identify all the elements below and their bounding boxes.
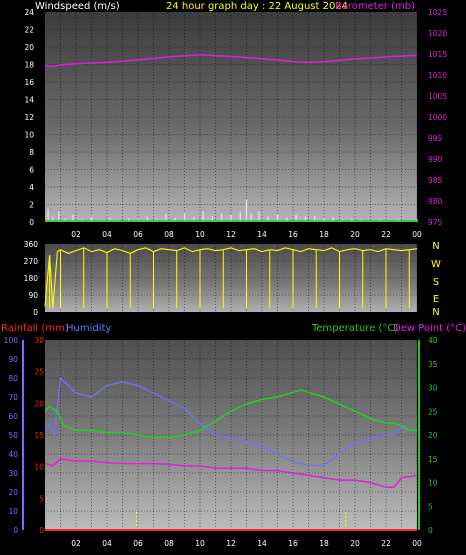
x-tick-label: 06 xyxy=(133,539,143,548)
temperature-tick-label: 40 xyxy=(428,336,438,345)
windspeed-tick-label: 6 xyxy=(29,166,34,175)
direction-tick-label: 180 xyxy=(24,274,39,283)
windspeed-axis-title: Windspeed (m/s) xyxy=(35,1,120,12)
x-tick-label: 16 xyxy=(288,230,298,239)
windspeed-tick-label: 20 xyxy=(24,43,34,52)
temperature-tick-label: 30 xyxy=(428,384,438,393)
humidity-tick-label: 60 xyxy=(8,412,18,421)
rain-tick-label: 5 xyxy=(39,494,44,503)
barometer-tick-label: 1000 xyxy=(428,113,447,122)
windspeed-tick-label: 24 xyxy=(24,8,34,17)
rain-tick-label: 20 xyxy=(34,399,44,408)
humidity-tick-label: 0 xyxy=(13,526,18,535)
barometer-tick-label: 1005 xyxy=(428,92,447,101)
compass-w: W xyxy=(431,259,441,270)
barometer-tick-label: 1025 xyxy=(428,8,447,17)
x-tick-label: 18 xyxy=(319,539,329,548)
x-tick-label: 22 xyxy=(381,230,391,239)
x-tick-label: 20 xyxy=(350,230,360,239)
x-tick-label: 08 xyxy=(164,230,174,239)
compass-n-top: N xyxy=(432,241,439,252)
x-tick-label: 02 xyxy=(71,539,81,548)
windspeed-tick-label: 22 xyxy=(24,26,34,35)
direction-tick-label: 90 xyxy=(28,291,38,300)
x-tick-label: 08 xyxy=(164,539,174,548)
windspeed-tick-label: 2 xyxy=(29,201,34,210)
windspeed-tick-label: 16 xyxy=(24,78,34,87)
barometer-tick-label: 990 xyxy=(428,155,443,164)
x-tick-label: 18 xyxy=(319,230,329,239)
rain-tick-label: 10 xyxy=(34,463,44,472)
humidity-tick-label: 70 xyxy=(8,393,18,402)
x-tick-label: 12 xyxy=(226,539,236,548)
humidity-tick-label: 90 xyxy=(8,355,18,364)
direction-tick-label: 360 xyxy=(24,240,39,249)
humidity-tick-label: 20 xyxy=(8,488,18,497)
x-tick-label: 06 xyxy=(133,230,143,239)
windspeed-tick-label: 14 xyxy=(24,96,34,105)
barometer-tick-label: 1010 xyxy=(428,71,447,80)
x-tick-label: 12 xyxy=(226,230,236,239)
humidity-tick-label: 30 xyxy=(8,469,18,478)
x-tick-label: 00 xyxy=(412,539,422,548)
barometer-tick-label: 985 xyxy=(428,176,443,185)
windspeed-tick-label: 0 xyxy=(29,218,34,227)
rain-tick-label: 15 xyxy=(34,431,44,440)
rain-tick-label: 25 xyxy=(34,368,44,377)
windspeed-tick-label: 4 xyxy=(29,183,34,192)
x-tick-label: 02 xyxy=(71,230,81,239)
x-tick-label: 10 xyxy=(195,539,205,548)
x-tick-label: 16 xyxy=(288,539,298,548)
windspeed-tick-label: 18 xyxy=(24,61,34,70)
rainfall-axis-title: Rainfall (mm) xyxy=(1,323,69,334)
temperature-tick-label: 0 xyxy=(428,526,433,535)
temperature-tick-label: 35 xyxy=(428,360,438,369)
direction-tick-label: 270 xyxy=(24,257,39,266)
x-tick-label: 10 xyxy=(195,230,205,239)
windspeed-tick-label: 8 xyxy=(29,148,34,157)
x-tick-label: 22 xyxy=(381,539,391,548)
temperature-tick-label: 20 xyxy=(428,431,438,440)
barometer-tick-label: 1015 xyxy=(428,50,447,59)
x-tick-label: 04 xyxy=(102,539,112,548)
humidity-axis-title: Humidity xyxy=(66,323,111,334)
chart-title: 24 hour graph day : 22 August 2024 xyxy=(166,1,348,12)
dewpoint-axis-title: Dew Point (°C) xyxy=(393,323,466,334)
windspeed-tick-label: 10 xyxy=(24,131,34,140)
x-tick-label: 14 xyxy=(257,230,267,239)
temperature-tick-label: 15 xyxy=(428,455,438,464)
x-tick-label: 00 xyxy=(412,230,422,239)
rain-tick-label: 30 xyxy=(34,336,44,345)
temperature-tick-label: 25 xyxy=(428,407,438,416)
barometer-tick-label: 1020 xyxy=(428,29,447,38)
temperature-axis-title: Temperature (°C) xyxy=(311,323,398,334)
humidity-tick-label: 40 xyxy=(8,450,18,459)
rain-tick-label: 0 xyxy=(39,526,44,535)
direction-tick-label: 0 xyxy=(33,308,38,317)
temperature-tick-label: 5 xyxy=(428,502,433,511)
compass-e: E xyxy=(433,294,439,305)
humidity-tick-label: 50 xyxy=(8,431,18,440)
windspeed-tick-label: 12 xyxy=(24,113,34,122)
humidity-tick-label: 100 xyxy=(4,336,19,345)
weather-graph: Windspeed (m/s) 24 hour graph day : 22 A… xyxy=(1,1,466,548)
barometer-axis-title: Barometer (mb) xyxy=(335,1,415,12)
temperature-tick-label: 10 xyxy=(428,479,438,488)
x-tick-label: 04 xyxy=(102,230,112,239)
x-tick-label: 20 xyxy=(350,539,360,548)
humidity-tick-label: 10 xyxy=(8,507,18,516)
barometer-tick-label: 980 xyxy=(428,197,443,206)
compass-n-bottom: N xyxy=(432,307,439,318)
humidity-tick-label: 80 xyxy=(8,374,18,383)
compass-s: S xyxy=(433,277,439,288)
barometer-tick-label: 995 xyxy=(428,134,443,143)
x-tick-label: 14 xyxy=(257,539,267,548)
barometer-tick-label: 975 xyxy=(428,218,443,227)
